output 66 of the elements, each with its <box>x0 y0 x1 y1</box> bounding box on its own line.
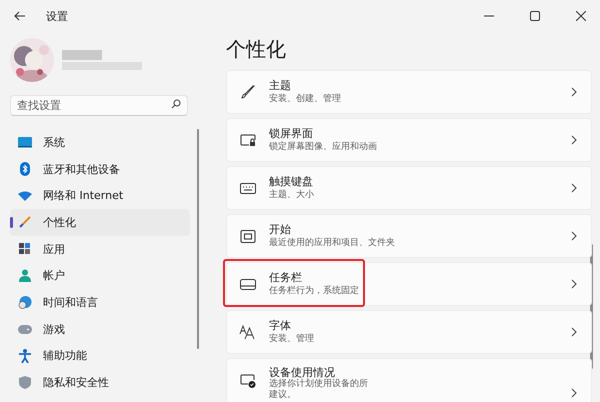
accessibility-icon <box>18 348 32 363</box>
card-title: 开始 <box>269 223 292 237</box>
card-description: 建议。 <box>269 390 297 401</box>
wifi-icon <box>18 190 32 201</box>
settings-card[interactable]: 触摸键盘 主题、大小 <box>226 166 592 210</box>
window-title: 设置 <box>46 8 68 24</box>
nav-item[interactable]: 隐私和安全性 <box>10 369 190 396</box>
chevron-icon <box>571 279 577 289</box>
nav-item[interactable]: 游戏 <box>10 316 190 342</box>
taskbar-icon <box>239 278 257 290</box>
person-icon <box>18 269 32 282</box>
bluetooth-icon <box>18 162 32 176</box>
start-menu-icon <box>239 230 257 242</box>
brush-icon <box>18 216 32 228</box>
nav-item[interactable]: 网络和 Internet <box>10 182 190 210</box>
page-title: 个性化 <box>226 36 287 63</box>
font-icon <box>239 325 257 339</box>
nav-item[interactable]: 系统 <box>10 129 190 156</box>
card-title: 任务栏 <box>269 271 303 285</box>
chevron-icon <box>571 327 577 337</box>
chevron-icon <box>571 87 577 97</box>
chevron-icon <box>571 183 577 193</box>
monitor-icon <box>18 136 32 148</box>
settings-card[interactable]: 设备使用情况 选择你计划使用设备的所 建议。 <box>226 358 592 402</box>
chevron-icon <box>571 388 577 398</box>
chevron-icon <box>571 135 577 145</box>
card-description: 锁定屏幕图像、应用和动画 <box>269 141 378 153</box>
keyboard-icon <box>239 182 257 194</box>
globe-clock-icon <box>18 296 32 309</box>
nav-item[interactable]: 蓝牙和其他设备 <box>10 156 190 182</box>
lock-screen-icon <box>239 134 257 146</box>
card-description: 主题、大小 <box>269 189 315 201</box>
chevron-icon <box>571 231 577 241</box>
card-title: 字体 <box>269 319 292 333</box>
search-field[interactable]: 查找设置 <box>10 95 188 116</box>
scrollbar[interactable] <box>590 244 593 369</box>
brush-icon <box>239 85 257 99</box>
card-description: 任务栏行为，系统固定 <box>269 285 360 297</box>
settings-card[interactable]: 锁屏界面 锁定屏幕图像、应用和动画 <box>226 118 592 162</box>
search-icon[interactable] <box>171 99 181 109</box>
card-title: 主题 <box>269 79 292 93</box>
settings-card[interactable]: 开始 最近使用的应用和项目、文件夹 <box>226 214 592 258</box>
card-title: 触摸键盘 <box>269 175 314 189</box>
card-title: 锁屏界面 <box>269 127 314 141</box>
device-check-icon <box>239 374 257 388</box>
maximize-icon[interactable] <box>530 11 540 21</box>
close-icon[interactable] <box>576 11 586 21</box>
nav-item[interactable]: 时间和语言 <box>10 289 190 316</box>
card-description: 安装、创建、管理 <box>269 93 342 105</box>
back-icon[interactable] <box>14 11 26 21</box>
nav-item[interactable]: 应用 <box>10 236 190 262</box>
apps-icon <box>18 243 32 256</box>
scrollbar[interactable] <box>197 129 199 349</box>
settings-card[interactable]: 主题 安装、创建、管理 <box>226 70 592 114</box>
selection-indicator <box>10 217 13 228</box>
gamepad-icon <box>18 324 32 334</box>
nav-item[interactable]: 帐户 <box>10 262 190 290</box>
card-description: 安装、管理 <box>269 333 315 345</box>
nav-item[interactable]: 辅助功能 <box>10 342 190 370</box>
card-description: 选择你计划使用设备的所 <box>269 379 369 390</box>
settings-card[interactable]: 字体 安装、管理 <box>226 310 592 354</box>
nav-item[interactable]: 个性化 <box>10 209 190 236</box>
card-description: 最近使用的应用和项目、文件夹 <box>269 237 396 249</box>
shield-icon <box>18 376 32 390</box>
settings-card[interactable]: 任务栏 任务栏行为，系统固定 <box>226 262 592 306</box>
card-title: 设备使用情况 <box>269 366 335 379</box>
